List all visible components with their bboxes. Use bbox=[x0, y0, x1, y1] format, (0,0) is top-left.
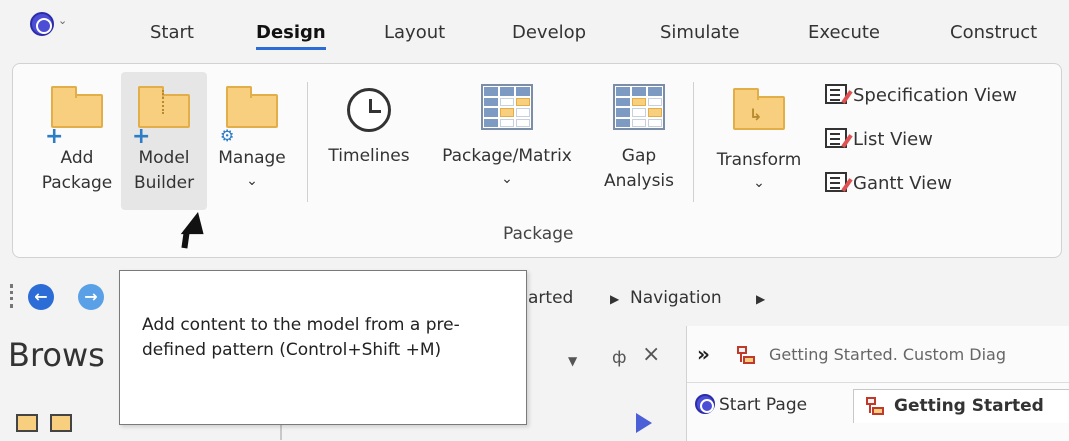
tab-start[interactable]: Start bbox=[150, 22, 194, 43]
gantt-view-label: Gantt View bbox=[853, 173, 952, 194]
tab-design[interactable]: Design bbox=[256, 22, 326, 50]
specification-view-label: Specification View bbox=[853, 85, 1018, 106]
ribbon-tab-bar: ⌄ Start Design Layout Develop Simulate E… bbox=[0, 0, 1069, 62]
specification-view-icon bbox=[825, 84, 847, 104]
package-matrix-label: Package/Matrix bbox=[442, 146, 572, 166]
gap-analysis-label-1: Gap bbox=[621, 146, 657, 166]
model-builder-icon: + bbox=[132, 86, 190, 148]
transform-button[interactable]: ↳ Transform ⌄ bbox=[703, 82, 815, 212]
gap-analysis-icon bbox=[613, 84, 665, 130]
gantt-view-icon bbox=[825, 172, 847, 192]
list-view-icon bbox=[825, 128, 847, 148]
breadcrumb-separator-icon: ▶ bbox=[610, 292, 620, 306]
chevron-down-icon: ⌄ bbox=[246, 173, 258, 189]
pin-icon[interactable]: ф bbox=[612, 348, 627, 368]
tab-getting-started-label: Getting Started bbox=[894, 396, 1044, 416]
browser-title: Brows bbox=[8, 336, 105, 374]
ribbon-separator bbox=[307, 82, 308, 202]
tab-start-page[interactable]: Start Page bbox=[695, 389, 807, 423]
breadcrumb-separator-icon: ▶ bbox=[756, 292, 766, 306]
gantt-view-button[interactable]: Gantt View bbox=[825, 172, 952, 194]
tooltip: Add content to the model from a pre-defi… bbox=[119, 270, 527, 425]
tab-getting-started[interactable]: Getting Started bbox=[853, 389, 1069, 423]
list-view-label: List View bbox=[853, 129, 933, 150]
timelines-label: Timelines bbox=[328, 146, 410, 166]
specification-view-button[interactable]: Specification View bbox=[825, 84, 1017, 106]
diagram-title: Getting Started. Custom Diag bbox=[769, 345, 1006, 364]
model-builder-label-1: Model bbox=[138, 148, 190, 168]
add-package-label-2: Package bbox=[41, 173, 113, 193]
tab-simulate[interactable]: Simulate bbox=[660, 22, 740, 43]
manage-button[interactable]: ⚙ Manage ⌄ bbox=[207, 82, 297, 212]
app-logo-icon bbox=[30, 12, 54, 36]
transform-icon: ↳ bbox=[733, 88, 785, 138]
back-arrow-icon[interactable]: ← bbox=[28, 284, 54, 310]
grip-handle[interactable] bbox=[10, 284, 14, 308]
diagram-area: » Getting Started. Custom Diag Start Pag… bbox=[686, 326, 1069, 441]
model-builder-button[interactable]: + Model Builder bbox=[121, 72, 207, 210]
tab-construct[interactable]: Construct bbox=[950, 22, 1037, 43]
matrix-icon bbox=[481, 84, 533, 130]
play-icon[interactable] bbox=[636, 413, 652, 433]
forward-arrow-icon[interactable]: → bbox=[78, 284, 104, 310]
timelines-button[interactable]: Timelines bbox=[319, 82, 419, 212]
diagram-icon bbox=[866, 397, 886, 417]
new-folder-icon[interactable] bbox=[16, 414, 38, 432]
ribbon-separator bbox=[693, 82, 694, 202]
tab-layout[interactable]: Layout bbox=[384, 22, 445, 43]
folder-icon[interactable] bbox=[50, 414, 72, 432]
diagram-icon bbox=[737, 346, 757, 366]
breadcrumb-navigation[interactable]: Navigation bbox=[630, 288, 722, 308]
chevron-down-icon: ⌄ bbox=[753, 175, 765, 191]
diagram-header: » Getting Started. Custom Diag bbox=[687, 338, 1069, 374]
clock-icon bbox=[347, 88, 391, 132]
manage-icon: ⚙ bbox=[220, 86, 278, 145]
chevron-down-icon: ⌄ bbox=[58, 14, 68, 27]
package-matrix-button[interactable]: Package/Matrix ⌄ bbox=[425, 82, 589, 212]
ribbon-group-label: Package bbox=[503, 224, 574, 244]
tab-develop[interactable]: Develop bbox=[512, 22, 586, 43]
app-menu-button[interactable]: ⌄ bbox=[30, 12, 70, 40]
tooltip-text: Add content to the model from a pre-defi… bbox=[142, 315, 460, 360]
list-view-button[interactable]: List View bbox=[825, 128, 933, 150]
tab-start-page-label: Start Page bbox=[719, 395, 808, 415]
transform-label: Transform bbox=[716, 150, 802, 170]
document-tabs: Start Page Getting Started bbox=[687, 382, 1069, 423]
gap-analysis-button[interactable]: Gap Analysis bbox=[593, 82, 685, 212]
gap-analysis-label-2: Analysis bbox=[603, 171, 675, 191]
add-package-icon: + bbox=[45, 86, 103, 148]
ribbon-panel: + Add Package + Model Builder ⚙ Manage ⌄… bbox=[12, 63, 1062, 258]
model-builder-label-2: Builder bbox=[133, 173, 195, 193]
add-package-label-1: Add bbox=[60, 148, 94, 168]
double-chevron-icon[interactable]: » bbox=[697, 342, 710, 366]
add-package-button[interactable]: + Add Package bbox=[31, 82, 123, 212]
breadcrumb-item[interactable]: arted bbox=[528, 288, 573, 308]
tab-execute[interactable]: Execute bbox=[808, 22, 880, 43]
close-icon[interactable]: × bbox=[642, 342, 660, 367]
chevron-down-icon: ⌄ bbox=[501, 171, 513, 187]
panel-menu-icon[interactable]: ▼ bbox=[568, 354, 577, 368]
start-page-icon bbox=[695, 394, 715, 414]
manage-label: Manage bbox=[218, 148, 286, 168]
